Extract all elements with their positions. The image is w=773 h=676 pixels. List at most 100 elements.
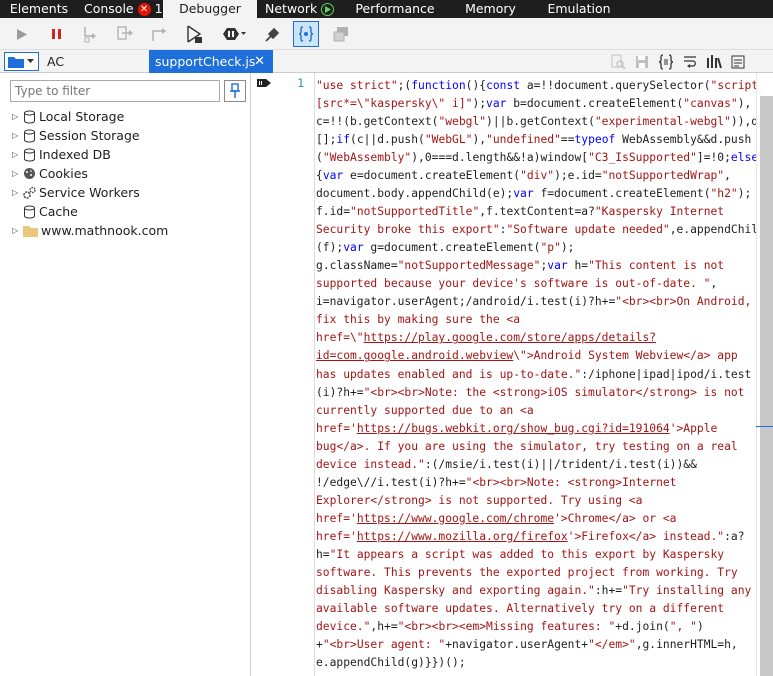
code-token: '>Chrome</a> or <a	[554, 511, 677, 525]
step-into-button[interactable]	[80, 22, 102, 46]
code-line: {var e=document.createElement("div");e.i…	[316, 167, 756, 185]
code-token: var	[322, 169, 344, 183]
tab-console[interactable]: Console ✕ 1	[78, 0, 163, 18]
code-line: href=\"https://play.google.com/store/app…	[316, 329, 756, 347]
code-link[interactable]: https://bugs.webkit.org/show_bug.cgi?id=…	[357, 422, 670, 435]
chevron-down-icon	[27, 59, 34, 63]
code-token: "<br><br>On Android,	[615, 295, 752, 309]
code-line: fix this by making sure the <a	[316, 311, 756, 329]
database-icon	[24, 205, 35, 219]
database-icon	[24, 129, 35, 143]
code-token: else	[730, 151, 759, 165]
code-editor[interactable]: "use strict";(function(){const a=!!docum…	[316, 73, 765, 676]
code-token: var	[486, 97, 507, 111]
step-over-button[interactable]	[114, 22, 136, 46]
worker-break-icon	[187, 25, 202, 43]
code-link[interactable]: https://www.mozilla.org/firefox	[357, 530, 568, 543]
tree-item-cookies[interactable]: ▷ Cookies	[12, 164, 88, 183]
code-token: :a?	[724, 529, 745, 543]
code-token: "Software update needed"	[506, 223, 670, 237]
step-out-button[interactable]	[148, 22, 170, 46]
file-tab-row: AC supportCheck.js ✕	[0, 50, 773, 73]
code-token: document.body.appendChild(e);	[316, 187, 514, 201]
code-link[interactable]: https://play.google.com/store/apps/detai…	[364, 331, 656, 344]
just-my-code-button[interactable]	[293, 21, 319, 47]
word-wrap-icon[interactable]	[682, 54, 698, 70]
workspace-dropdown-button[interactable]	[4, 52, 39, 71]
tree-item-label: Session Storage	[39, 128, 140, 143]
expand-arrow-icon[interactable]: ▷	[12, 150, 20, 159]
expand-arrow-icon[interactable]: ▷	[12, 131, 20, 140]
save-icon[interactable]	[634, 54, 650, 70]
code-token: +d.join(	[615, 619, 670, 633]
expand-arrow-icon[interactable]: ▷	[12, 188, 20, 197]
code-token: "webgl"	[438, 115, 487, 129]
debug-workers-button[interactable]	[330, 22, 352, 46]
tree-item-service-workers[interactable]: ▷ Service Workers	[12, 183, 140, 202]
code-token: const	[486, 79, 521, 92]
code-token: h=	[567, 259, 589, 273]
tab-elements[interactable]: Elements	[0, 0, 78, 18]
code-token: f.id=	[316, 205, 351, 219]
tree-item-local-storage[interactable]: ▷ Local Storage	[12, 107, 124, 126]
code-token: "p"	[540, 241, 561, 255]
code-token: var	[343, 241, 364, 255]
filter-input[interactable]	[10, 80, 220, 102]
code-link[interactable]: https://www.google.com/chrome	[357, 512, 554, 525]
overview-marker	[756, 426, 773, 427]
line-gutter[interactable]: 1	[251, 73, 315, 676]
code-line: f.id="notSupportedTitle",f.textContent=a…	[316, 203, 756, 221]
code-token: (	[316, 151, 323, 165]
break-button[interactable]	[46, 22, 66, 46]
vertical-scrollbar[interactable]	[756, 73, 773, 676]
code-token: bug</a>. If you are using the simulator,…	[316, 439, 738, 453]
break-on-new-worker-button[interactable]	[184, 22, 206, 46]
code-token: var	[547, 259, 568, 273]
code-token: ),0===d.length&&!a)window[	[411, 151, 589, 165]
disconnect-debugger-button[interactable]	[262, 22, 284, 46]
code-token: (i)?h+=	[316, 385, 364, 399]
tree-item-session-storage[interactable]: ▷ Session Storage	[12, 126, 140, 145]
file-tab-supportcheck[interactable]: supportCheck.js ✕	[149, 50, 273, 73]
more-actions-icon[interactable]	[730, 54, 746, 70]
scrollbar-thumb[interactable]	[760, 96, 773, 676]
code-line: [src*=\"kaspersky\" i]");var b=document.…	[316, 95, 756, 113]
play-icon	[17, 28, 27, 40]
tab-debugger[interactable]: Debugger	[163, 0, 257, 18]
code-token: c=!!(b.getContext(	[316, 115, 439, 129]
code-token: :/iphone|ipad|ipod/i.test	[581, 367, 752, 381]
tab-performance[interactable]: Performance	[343, 0, 447, 18]
code-token: ", "	[669, 619, 697, 633]
code-token: Explorer</strong> is not supported. Try …	[316, 493, 643, 507]
code-token: ,f.textContent=a?	[479, 205, 595, 219]
pretty-print-icon[interactable]	[658, 54, 674, 70]
code-token: :h+=	[594, 583, 623, 597]
code-link[interactable]: id=com.google.android.webview	[316, 349, 513, 362]
tab-emulation[interactable]: Emulation	[534, 0, 624, 18]
code-token: (f);	[316, 241, 344, 255]
expand-arrow-icon[interactable]: ▷	[12, 226, 20, 235]
workspace-label[interactable]: AC	[47, 50, 147, 73]
find-icon[interactable]	[610, 54, 626, 70]
source-map-icon[interactable]	[706, 54, 722, 70]
exception-behavior-button[interactable]	[220, 22, 248, 46]
pin-button[interactable]	[224, 80, 246, 102]
expand-arrow-icon[interactable]: ▷	[12, 169, 20, 178]
code-token: "C3_IsSupported"	[588, 151, 697, 165]
continue-button[interactable]	[12, 22, 32, 46]
devtools-tab-bar: Elements Console ✕ 1 Debugger Network Pe…	[0, 0, 773, 18]
expand-arrow-icon[interactable]: ▷	[12, 112, 20, 121]
tab-memory[interactable]: Memory	[447, 0, 534, 18]
code-token: ,h+=	[370, 619, 398, 633]
tree-item-label: Cookies	[39, 166, 88, 181]
code-token: ,	[724, 169, 731, 183]
code-line: Explorer</strong> is not supported. Try …	[316, 492, 756, 510]
close-icon[interactable]: ✕	[254, 50, 265, 73]
code-token: software. This prevents the exported pro…	[316, 565, 738, 579]
code-line: available software updates. Alternativel…	[316, 600, 756, 618]
tree-item-mathnook[interactable]: ▷ www.mathnook.com	[12, 221, 168, 240]
tree-item-indexed-db[interactable]: ▷ Indexed DB	[12, 145, 111, 164]
tab-network[interactable]: Network	[257, 0, 343, 18]
tree-item-cache[interactable]: Cache	[23, 202, 78, 221]
tab-label: Performance	[355, 1, 435, 16]
